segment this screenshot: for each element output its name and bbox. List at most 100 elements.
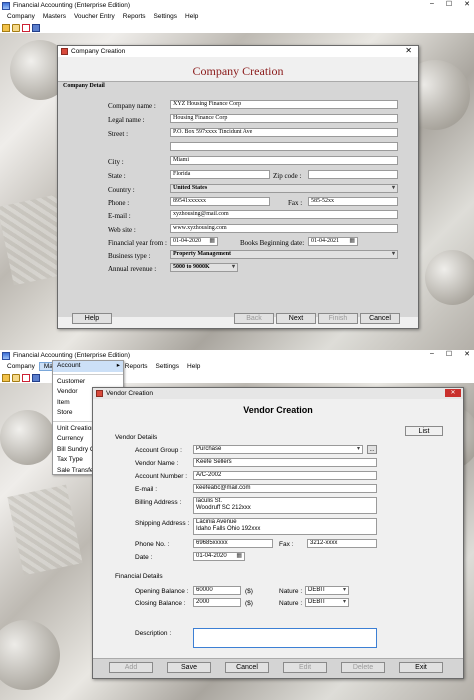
edit-button[interactable]: Edit — [283, 662, 327, 673]
close-icon[interactable]: ✕ — [445, 389, 461, 397]
chevron-down-icon[interactable]: ▾ — [357, 446, 360, 453]
vendor-name-field[interactable]: Keefe Sellers — [193, 458, 377, 467]
menu-help[interactable]: Help — [183, 363, 204, 370]
folder-icon[interactable] — [2, 373, 10, 382]
opening-nature-select[interactable]: DEBIT ▾ — [305, 586, 349, 595]
business-type-select[interactable]: Property Management ▾ — [170, 250, 398, 259]
calculator-icon[interactable] — [32, 23, 40, 32]
save-button[interactable]: Save — [167, 662, 211, 673]
closing-balance-field[interactable]: 2000 — [193, 598, 241, 607]
account-number-field[interactable]: A/C-2002 — [193, 471, 377, 480]
maximize-icon[interactable]: ☐ — [446, 0, 452, 8]
billing-address-field[interactable]: Iaculis St. Woodruff SC 212xxx — [193, 497, 377, 514]
description-field[interactable] — [193, 628, 377, 648]
menu-bar: Company Masters Voucher Entry Reports Se… — [0, 11, 474, 22]
fax-field[interactable]: 585-52xx — [308, 197, 398, 206]
screenshot-company-creation: Financial Accounting (Enterprise Edition… — [0, 0, 474, 350]
street-field-2[interactable] — [170, 142, 398, 151]
street-field[interactable]: P.O. Box 597xxxx Tincidunt Ave — [170, 128, 398, 137]
country-select[interactable]: United States ▾ — [170, 184, 398, 193]
minimize-icon[interactable]: – — [430, 350, 434, 358]
menu-settings[interactable]: Settings — [150, 13, 182, 20]
cancel-button[interactable]: Cancel — [360, 313, 400, 324]
delete-button[interactable]: Delete — [341, 662, 385, 673]
document-icon[interactable] — [22, 23, 30, 32]
annual-revenue-select[interactable]: 5000 to 9000K ▾ — [170, 263, 238, 272]
legal-name-field[interactable]: Housing Finance Corp — [170, 114, 398, 123]
help-button[interactable]: Help — [72, 313, 112, 324]
minimize-icon[interactable]: – — [430, 0, 434, 8]
back-button[interactable]: Back — [234, 313, 274, 324]
calendar-icon[interactable]: ▦ — [349, 238, 355, 245]
email-field[interactable]: keefeabc@mail.com — [193, 484, 377, 493]
app-title: Financial Accounting (Enterprise Edition… — [13, 2, 131, 9]
window-title: Company Creation — [71, 48, 126, 55]
nature-label: Nature : — [279, 600, 303, 607]
phone-field[interactable]: 69685xxxxx — [193, 539, 273, 548]
screenshot-vendor-creation: Financial Accounting (Enterprise Edition… — [0, 350, 474, 700]
calendar-icon[interactable]: ▦ — [236, 553, 242, 560]
cancel-button[interactable]: Cancel — [225, 662, 269, 673]
account-group-label: Account Group : — [135, 447, 182, 454]
opening-balance-field[interactable]: 60000 — [193, 586, 241, 595]
menu-item-account[interactable]: Account ▸ — [53, 361, 123, 372]
window-icon — [96, 390, 103, 397]
menu-item-customer[interactable]: Customer — [53, 377, 123, 388]
close-icon[interactable]: ✕ — [464, 0, 470, 8]
shipping-address-field[interactable]: Lacinia Avenue Idaho Falls Ohio 192xxx — [193, 518, 377, 535]
city-field[interactable]: Miami — [170, 156, 398, 165]
menu-reports[interactable]: Reports — [119, 13, 150, 20]
finish-button[interactable]: Finish — [318, 313, 358, 324]
calendar-icon[interactable]: ▦ — [209, 238, 215, 245]
closing-nature-select[interactable]: DEBIT ▾ — [305, 598, 349, 607]
close-icon[interactable]: ✕ — [405, 46, 412, 55]
shipping-line-1: Lacinia Avenue — [196, 519, 237, 525]
chevron-down-icon[interactable]: ▾ — [343, 599, 346, 606]
calculator-icon[interactable] — [32, 373, 40, 382]
fax-field[interactable]: 3212-xxxx — [307, 539, 377, 548]
folder-icon[interactable] — [2, 23, 10, 32]
chevron-down-icon[interactable]: ▾ — [343, 587, 346, 594]
add-button[interactable]: Add — [109, 662, 153, 673]
zip-label: Zip code : — [273, 172, 302, 180]
account-group-select[interactable]: Purchase ▾ — [193, 445, 363, 454]
document-icon[interactable] — [22, 373, 30, 382]
open-icon[interactable] — [12, 23, 20, 32]
menu-masters[interactable]: Masters — [39, 13, 70, 20]
window-icon — [61, 48, 68, 55]
state-field[interactable]: Florida — [170, 170, 270, 179]
menu-company[interactable]: Company — [3, 363, 39, 370]
closing-nature-value: DEBIT — [308, 599, 326, 605]
vendor-name-label: Vendor Name : — [135, 460, 179, 467]
exit-button[interactable]: Exit — [399, 662, 443, 673]
financial-details-label: Financial Details — [115, 573, 163, 580]
shipping-line-2: Idaho Falls Ohio 192xxx — [196, 526, 261, 532]
zip-field[interactable] — [308, 170, 398, 179]
company-name-field[interactable]: XYZ Housing Finance Corp — [170, 100, 398, 109]
next-button[interactable]: Next — [276, 313, 316, 324]
list-button[interactable]: List — [405, 426, 443, 436]
browse-button[interactable]: ... — [367, 445, 377, 454]
date-field[interactable]: 01-04-2020 ▦ — [193, 552, 245, 561]
account-group-value: Purchase — [196, 446, 222, 452]
chevron-down-icon[interactable]: ▾ — [392, 251, 395, 258]
menu-help[interactable]: Help — [181, 13, 202, 20]
fy-from-field[interactable]: 01-04-2020 ▦ — [170, 237, 218, 246]
email-field[interactable]: xyzhousing@mail.com — [170, 210, 398, 219]
menu-item-label: Account — [57, 362, 81, 369]
menu-voucher-entry[interactable]: Voucher Entry — [70, 13, 119, 20]
website-field[interactable]: www.xyzhousing.com — [170, 224, 398, 233]
menu-reports[interactable]: Reports — [121, 363, 152, 370]
menu-company[interactable]: Company — [3, 13, 39, 20]
opening-balance-label: Opening Balance : — [135, 588, 189, 595]
chevron-down-icon[interactable]: ▾ — [232, 264, 235, 271]
books-begin-field[interactable]: 01-04-2021 ▦ — [308, 237, 358, 246]
chevron-down-icon[interactable]: ▾ — [392, 185, 395, 192]
menu-settings[interactable]: Settings — [152, 363, 184, 370]
close-icon[interactable]: ✕ — [464, 350, 470, 358]
open-icon[interactable] — [12, 373, 20, 382]
maximize-icon[interactable]: ☐ — [446, 350, 452, 358]
email-label: E-mail : — [135, 486, 158, 493]
toolbar — [0, 22, 474, 33]
phone-field[interactable]: 89541xxxxxx — [170, 197, 270, 206]
